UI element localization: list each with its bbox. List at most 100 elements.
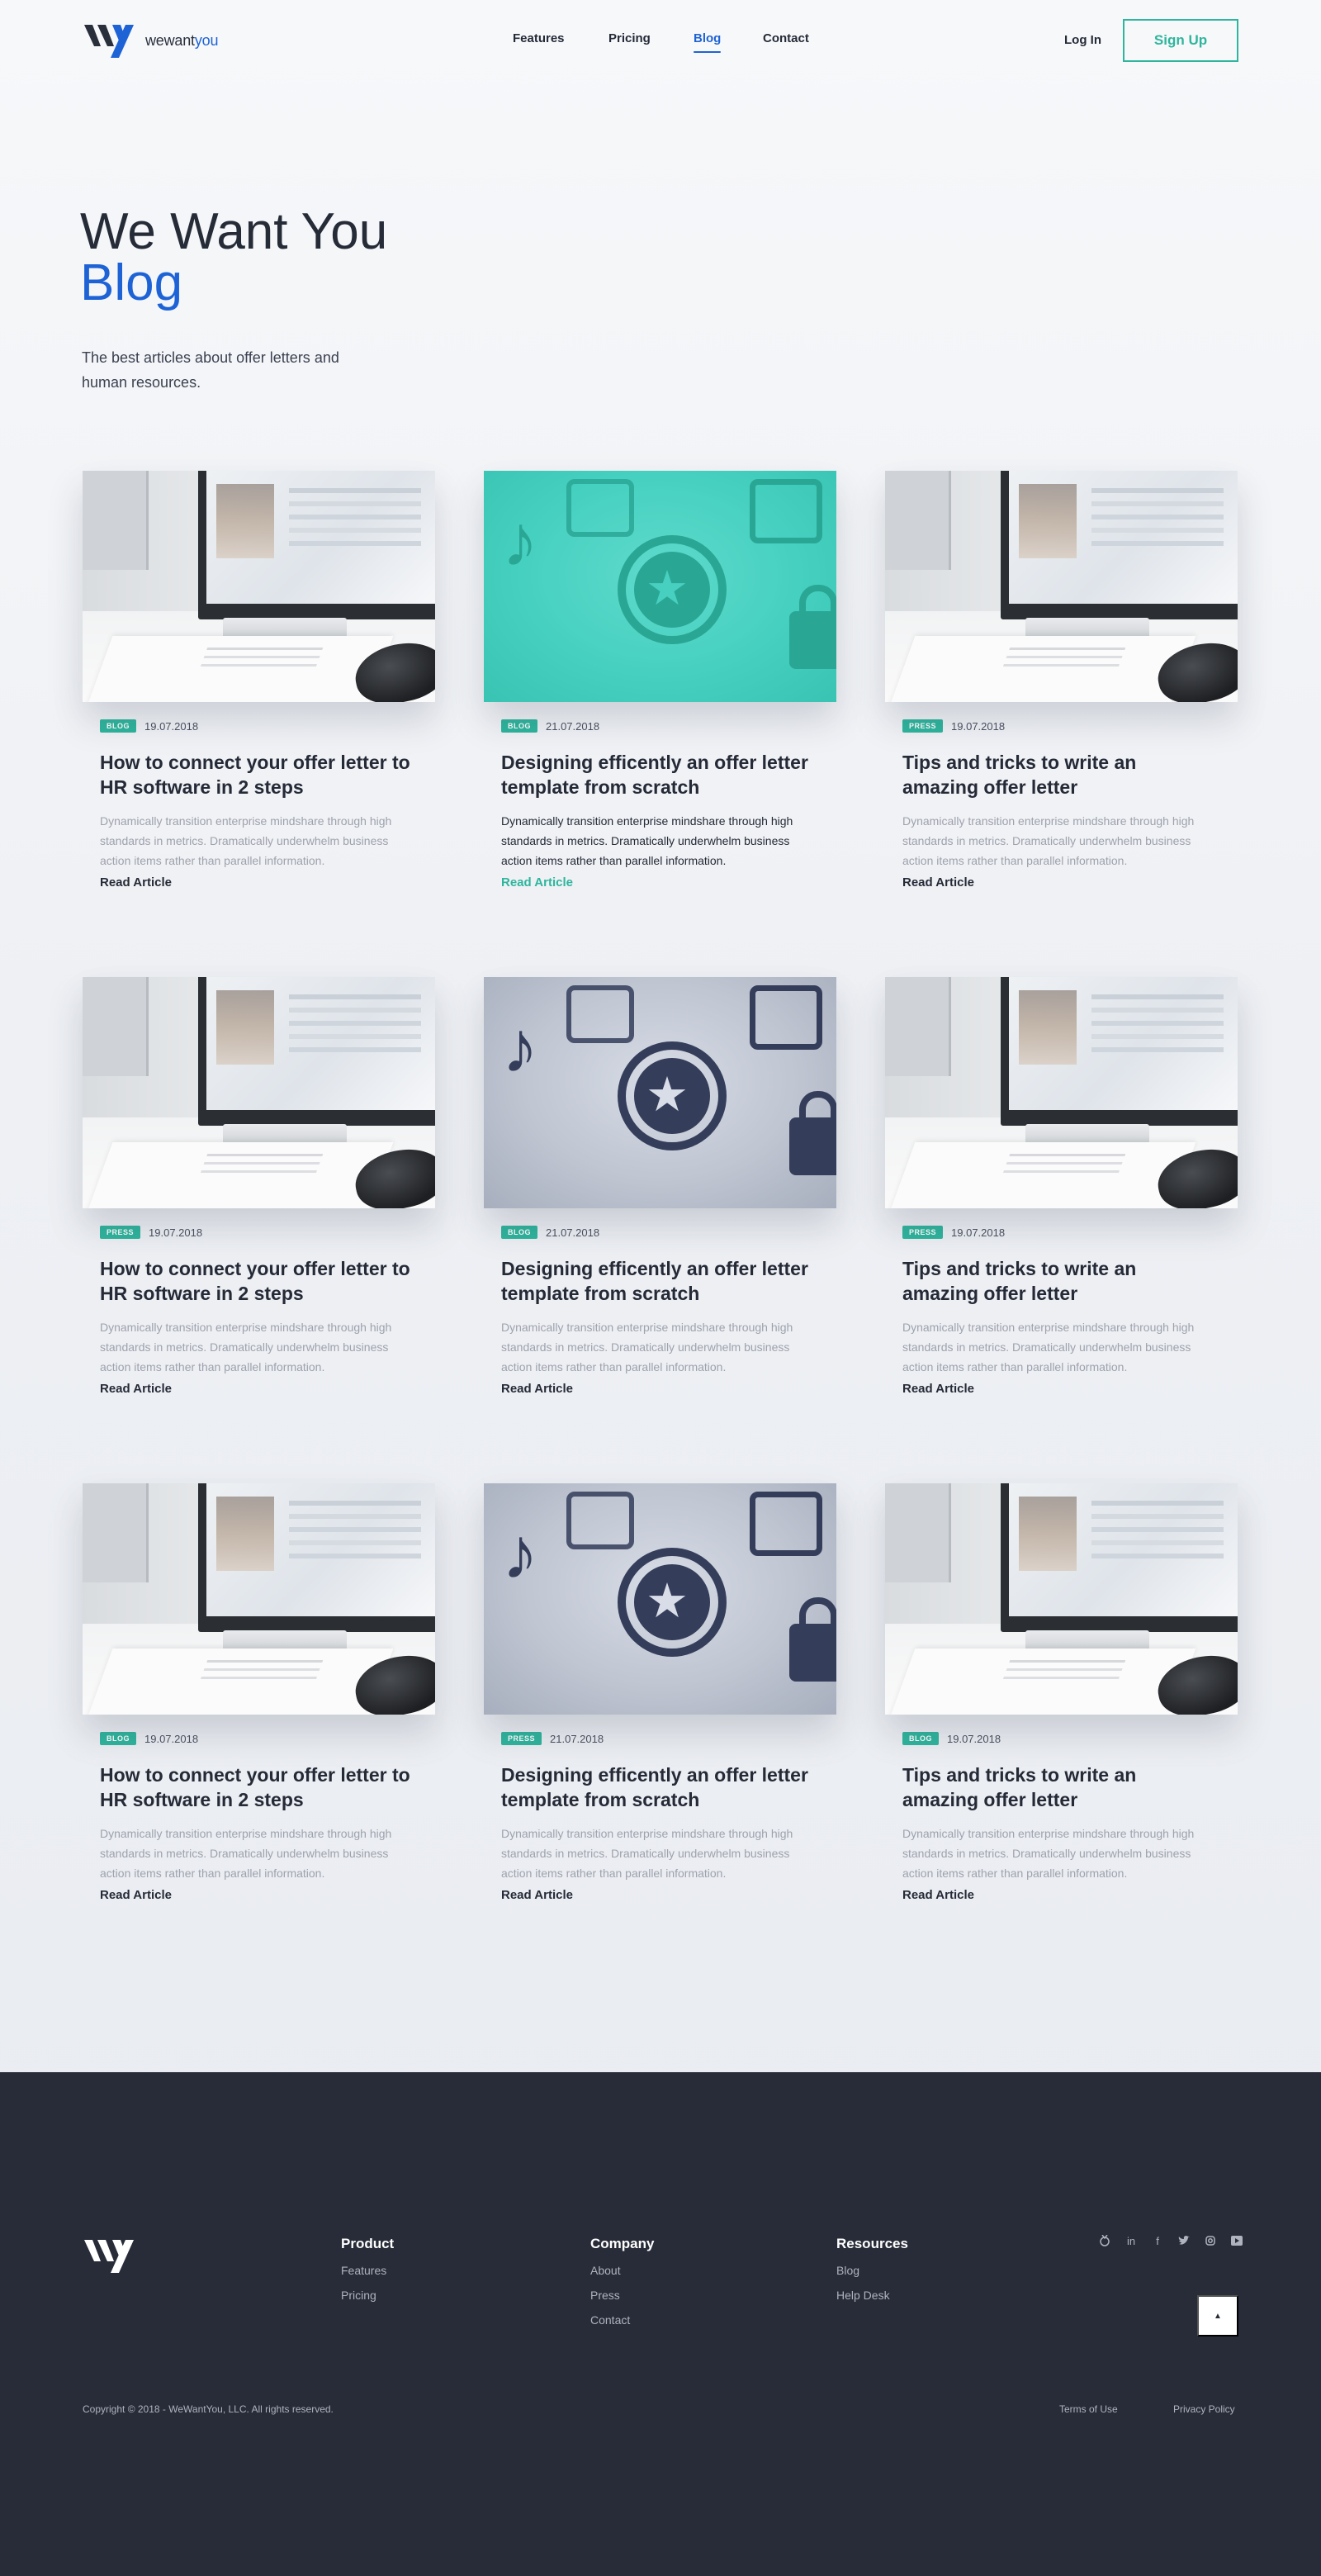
post-date: 19.07.2018 [951,719,1006,733]
nav-pricing[interactable]: Pricing [608,31,651,45]
read-article-link[interactable]: Read Article [100,1888,435,1902]
post-meta: BLOG 19.07.2018 [100,1731,435,1746]
page-title-line1: We Want You [80,203,388,260]
post-card[interactable]: BLOG 19.07.2018 How to connect your offe… [83,471,435,890]
category-badge: PRESS [501,1732,542,1745]
post-title[interactable]: Designing efficently an offer letter tem… [501,750,815,799]
post-date: 21.07.2018 [546,719,600,733]
category-badge: PRESS [902,1226,944,1239]
post-thumbnail-desk-photo[interactable] [885,1483,1238,1715]
post-title[interactable]: Tips and tricks to write an amazing offe… [902,750,1216,799]
read-article-link[interactable]: Read Article [902,1888,1238,1902]
post-card[interactable]: ♪ ★ BLOG 21.07.2018 Designing efficently … [484,471,836,890]
footer-link-press[interactable]: Press [590,2289,654,2302]
footer-link-contact[interactable]: Contact [590,2313,654,2327]
post-meta: BLOG 19.07.2018 [100,719,435,733]
copyright-text: Copyright © 2018 - WeWantYou, LLC. All r… [83,2403,334,2415]
signup-button[interactable]: Sign Up [1123,19,1238,62]
post-excerpt: Dynamically transition enterprise mindsh… [902,1827,1195,1880]
post-excerpt: Dynamically transition enterprise mindsh… [100,1321,392,1373]
footer-heading: Company [590,2236,655,2251]
post-thumbnail-desk-photo[interactable] [83,471,435,702]
category-badge: PRESS [100,1226,141,1239]
post-excerpt: Dynamically transition enterprise mindsh… [902,1321,1195,1373]
post-thumbnail-desk-photo[interactable] [83,977,435,1208]
facebook-icon[interactable]: f [1144,2232,1171,2249]
page-title-line2: Blog [80,254,183,311]
footer-link-features[interactable]: Features [341,2264,394,2277]
wy-logo-icon [84,2240,134,2273]
post-excerpt: Dynamically transition enterprise mindsh… [902,814,1195,867]
site-header: wewantyou Features Pricing Blog Contact … [0,0,1321,81]
footer-column-product: Product Features Pricing [341,2236,394,2313]
post-date: 19.07.2018 [144,1732,199,1745]
read-article-link[interactable]: Read Article [100,875,435,890]
site-footer: Product Features Pricing Company About P… [0,2072,1321,2576]
post-meta: PRESS 19.07.2018 [902,1225,1238,1240]
post-date: 19.07.2018 [144,719,199,733]
post-date: 19.07.2018 [951,1226,1006,1239]
privacy-link[interactable]: Privacy Policy [1173,2403,1235,2415]
read-article-link[interactable]: Read Article [501,1888,836,1902]
nav-blog[interactable]: Blog [694,31,722,53]
nav-features[interactable]: Features [513,31,565,45]
post-card[interactable]: ♪ ★ PRESS 21.07.2018 Designing efficently… [484,1483,836,1902]
category-badge: BLOG [100,1732,136,1745]
nav-contact[interactable]: Contact [763,31,809,45]
post-meta: PRESS 19.07.2018 [902,719,1238,733]
social-links: in f [1091,2232,1250,2249]
post-card[interactable]: PRESS 19.07.2018 Tips and tricks to writ… [885,471,1238,890]
post-card[interactable]: ♪ ★ BLOG 21.07.2018 Designing efficently … [484,977,836,1396]
post-date: 19.07.2018 [149,1226,203,1239]
post-title[interactable]: Tips and tricks to write an amazing offe… [902,1256,1216,1306]
terms-link[interactable]: Terms of Use [1059,2403,1118,2415]
post-title[interactable]: Designing efficently an offer letter tem… [501,1762,815,1812]
footer-link-blog[interactable]: Blog [836,2264,908,2277]
post-excerpt: Dynamically transition enterprise mindsh… [501,1321,793,1373]
post-card[interactable]: BLOG 19.07.2018 How to connect your offe… [83,1483,435,1902]
category-badge: BLOG [100,719,136,733]
post-title[interactable]: Tips and tricks to write an amazing offe… [902,1762,1216,1812]
product-hunt-icon[interactable] [1091,2232,1118,2249]
footer-heading: Product [341,2236,395,2251]
post-thumbnail-icons-photo[interactable]: ♪ ★ [484,1483,836,1715]
read-article-link[interactable]: Read Article [501,1382,836,1396]
youtube-icon[interactable] [1224,2232,1250,2249]
footer-link-about[interactable]: About [590,2264,654,2277]
post-card[interactable]: PRESS 19.07.2018 Tips and tricks to writ… [885,977,1238,1396]
linkedin-icon[interactable]: in [1118,2232,1144,2249]
footer-logo[interactable] [83,2236,140,2279]
post-title[interactable]: Designing efficently an offer letter tem… [501,1256,815,1306]
arrow-up-icon: ▲ [1214,2311,1222,2321]
read-article-link[interactable]: Read Article [902,1382,1238,1396]
read-article-link[interactable]: Read Article [902,875,1238,890]
page-title: We Want You Blog [80,206,387,309]
footer-link-pricing[interactable]: Pricing [341,2289,394,2302]
post-excerpt: Dynamically transition enterprise mindsh… [501,1827,793,1880]
post-excerpt: Dynamically transition enterprise mindsh… [100,1827,392,1880]
read-article-link[interactable]: Read Article [501,875,836,890]
post-thumbnail-icons-photo[interactable]: ♪ ★ [484,471,836,702]
post-thumbnail-desk-photo[interactable] [885,977,1238,1208]
twitter-icon[interactable] [1171,2232,1197,2249]
post-card[interactable]: BLOG 19.07.2018 Tips and tricks to write… [885,1483,1238,1902]
post-excerpt: Dynamically transition enterprise mindsh… [501,814,793,867]
post-title[interactable]: How to connect your offer letter to HR s… [100,750,414,799]
back-to-top-button[interactable]: ▲ [1197,2295,1238,2336]
read-article-link[interactable]: Read Article [100,1382,435,1396]
post-title[interactable]: How to connect your offer letter to HR s… [100,1256,414,1306]
post-card[interactable]: PRESS 19.07.2018 How to connect your off… [83,977,435,1396]
instagram-icon[interactable] [1197,2232,1224,2249]
category-badge: BLOG [902,1732,939,1745]
post-thumbnail-desk-photo[interactable] [885,471,1238,702]
post-date: 21.07.2018 [550,1732,604,1745]
post-excerpt: Dynamically transition enterprise mindsh… [100,814,392,867]
post-thumbnail-desk-photo[interactable] [83,1483,435,1715]
page-subtitle: The best articles about offer letters an… [82,349,339,391]
post-date: 19.07.2018 [947,1732,1001,1745]
post-thumbnail-icons-photo[interactable]: ♪ ★ [484,977,836,1208]
category-badge: PRESS [902,719,944,733]
footer-link-help-desk[interactable]: Help Desk [836,2289,908,2302]
login-link[interactable]: Log In [1064,33,1101,47]
post-title[interactable]: How to connect your offer letter to HR s… [100,1762,414,1812]
